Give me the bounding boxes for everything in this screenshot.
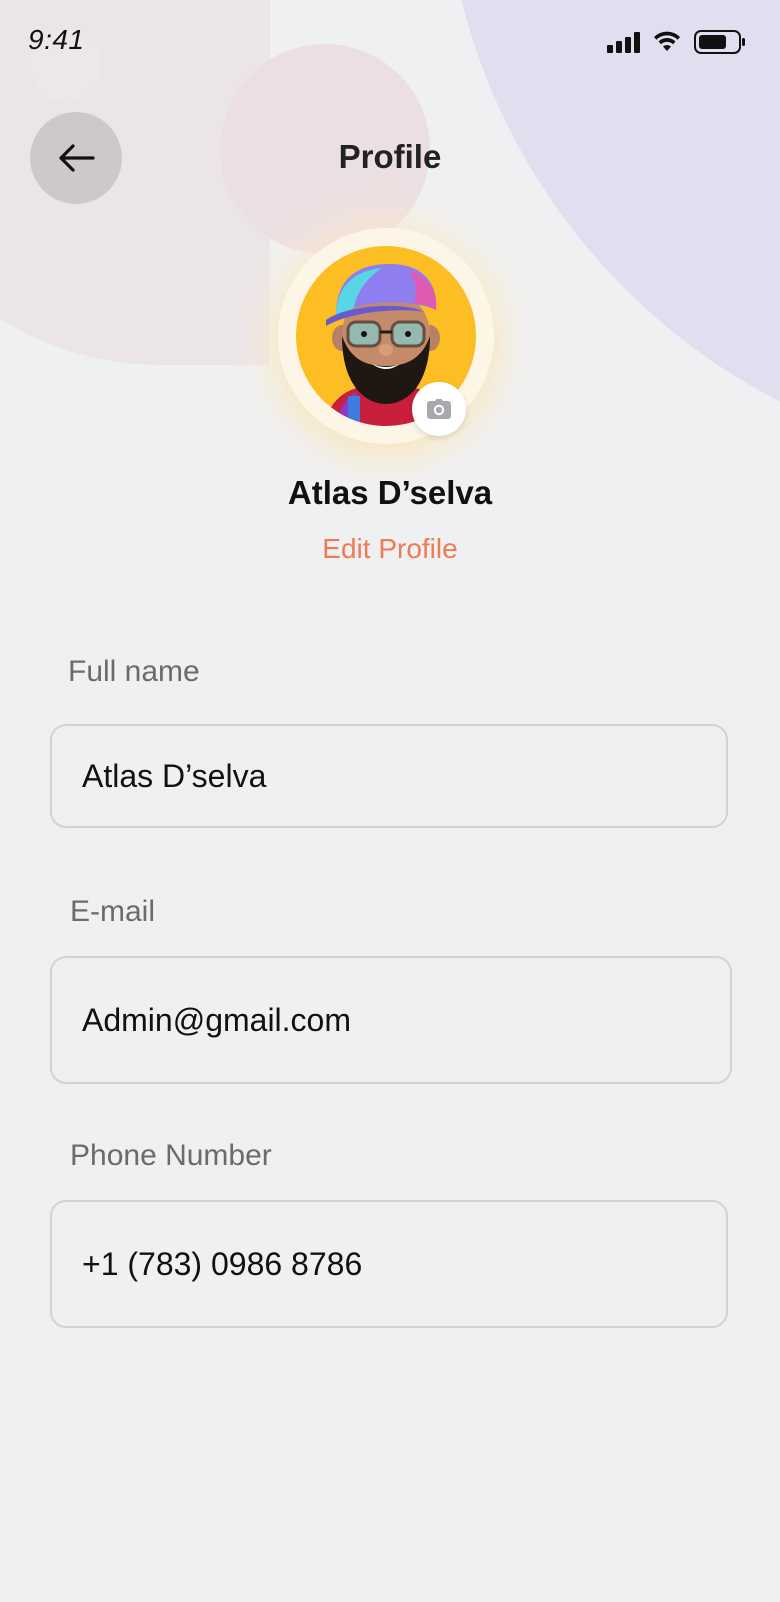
full-name-field[interactable]: Atlas D’selva xyxy=(50,724,728,828)
profile-name: Atlas D’selva xyxy=(287,474,493,511)
phone-value: +1 (783) 0986 8786 xyxy=(82,1245,363,1282)
change-photo-button[interactable] xyxy=(412,382,466,436)
full-name-label: Full name xyxy=(68,655,200,688)
signal-icon xyxy=(607,31,640,53)
camera-icon xyxy=(427,399,451,419)
phone-field[interactable]: +1 (783) 0986 8786 xyxy=(50,1200,728,1328)
phone-label: Phone Number xyxy=(70,1139,272,1172)
email-value: Admin@gmail.com xyxy=(82,1001,351,1038)
wifi-icon xyxy=(654,31,680,51)
email-label: E-mail xyxy=(70,895,156,928)
battery-icon xyxy=(694,30,745,54)
status-time: 9:41 xyxy=(28,24,85,55)
status-icons xyxy=(607,30,746,54)
page-title: Profile xyxy=(338,138,442,175)
full-name-value: Atlas D’selva xyxy=(82,757,267,794)
email-field[interactable]: Admin@gmail.com xyxy=(50,956,732,1084)
edit-profile-link[interactable]: Edit Profile xyxy=(0,533,780,565)
profile-screen: 9:41 Profile Atlas D’selva Edit Profile … xyxy=(0,0,780,1602)
